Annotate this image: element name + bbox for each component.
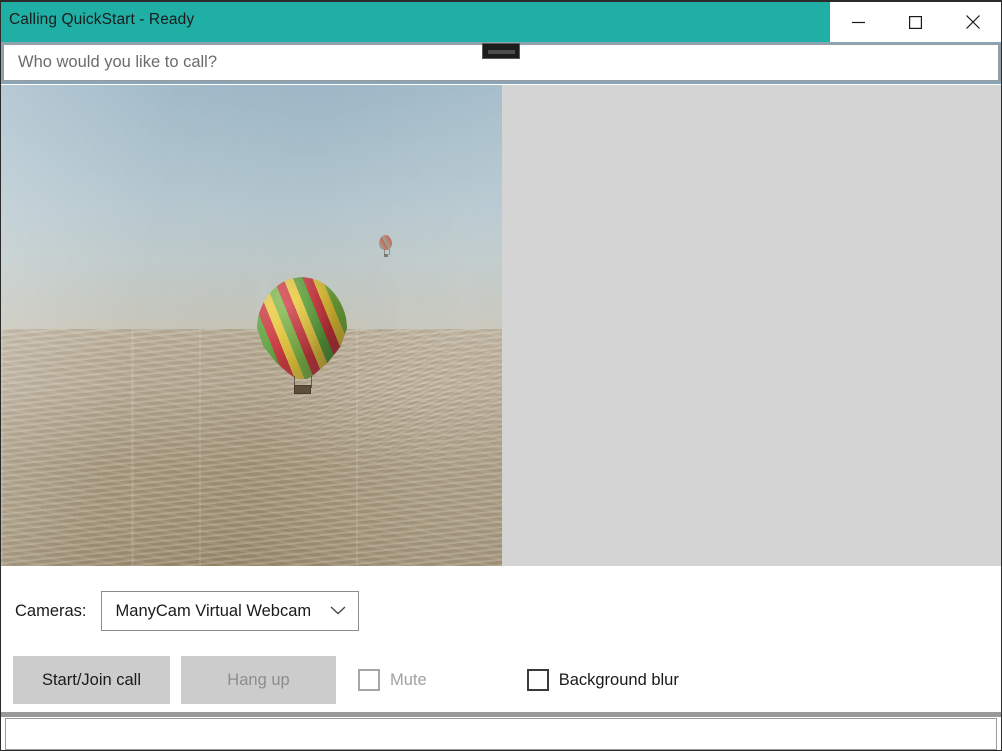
camera-select[interactable]: ManyCam Virtual Webcam xyxy=(101,591,359,631)
background-blur-checkbox-box xyxy=(527,669,549,691)
cameras-label: Cameras: xyxy=(15,602,87,621)
start-join-call-button[interactable]: Start/Join call xyxy=(13,656,170,704)
close-button[interactable] xyxy=(944,2,1001,42)
title-bar: Calling QuickStart - Ready xyxy=(1,2,1001,42)
mute-checkbox-box xyxy=(358,669,380,691)
maximize-icon xyxy=(909,16,922,29)
minimized-overlay-badge[interactable] xyxy=(482,43,520,59)
minimize-button[interactable] xyxy=(830,2,887,42)
distant-balloon-basket xyxy=(384,254,388,257)
distant-balloon-envelope xyxy=(379,235,392,250)
chevron-down-icon xyxy=(330,602,346,621)
background-blur-checkbox-label: Background blur xyxy=(559,671,679,690)
background-blur-checkbox[interactable]: Background blur xyxy=(527,656,679,704)
window-controls xyxy=(830,2,1001,42)
close-icon xyxy=(966,15,980,29)
hot-air-balloon xyxy=(256,277,348,395)
camera-select-value: ManyCam Virtual Webcam xyxy=(116,602,312,621)
app-window: Calling QuickStart - Ready xyxy=(0,0,1002,751)
video-stage: manycam xyxy=(1,85,1001,566)
mute-checkbox-label: Mute xyxy=(390,671,427,690)
hang-up-button[interactable]: Hang up xyxy=(181,656,336,704)
window-title: Calling QuickStart - Ready xyxy=(9,10,194,30)
desert-sand xyxy=(1,329,502,566)
call-controls-row: Start/Join call Hang up Mute Background … xyxy=(13,656,679,704)
distant-hot-air-balloon xyxy=(379,235,392,257)
remote-video-placeholder xyxy=(502,85,1001,566)
overlay-badge-bar xyxy=(488,50,515,54)
log-output-box[interactable] xyxy=(5,718,997,750)
log-separator xyxy=(1,712,1001,717)
camera-selector-row: Cameras: ManyCam Virtual Webcam xyxy=(15,591,359,631)
local-video-preview: manycam xyxy=(1,85,502,566)
balloon-shading xyxy=(256,277,348,379)
minimize-icon xyxy=(852,16,865,29)
mute-checkbox[interactable]: Mute xyxy=(358,656,427,704)
controls-panel: Cameras: ManyCam Virtual Webcam Start/Jo… xyxy=(1,566,1001,716)
maximize-button[interactable] xyxy=(887,2,944,42)
balloon-basket xyxy=(294,385,311,394)
